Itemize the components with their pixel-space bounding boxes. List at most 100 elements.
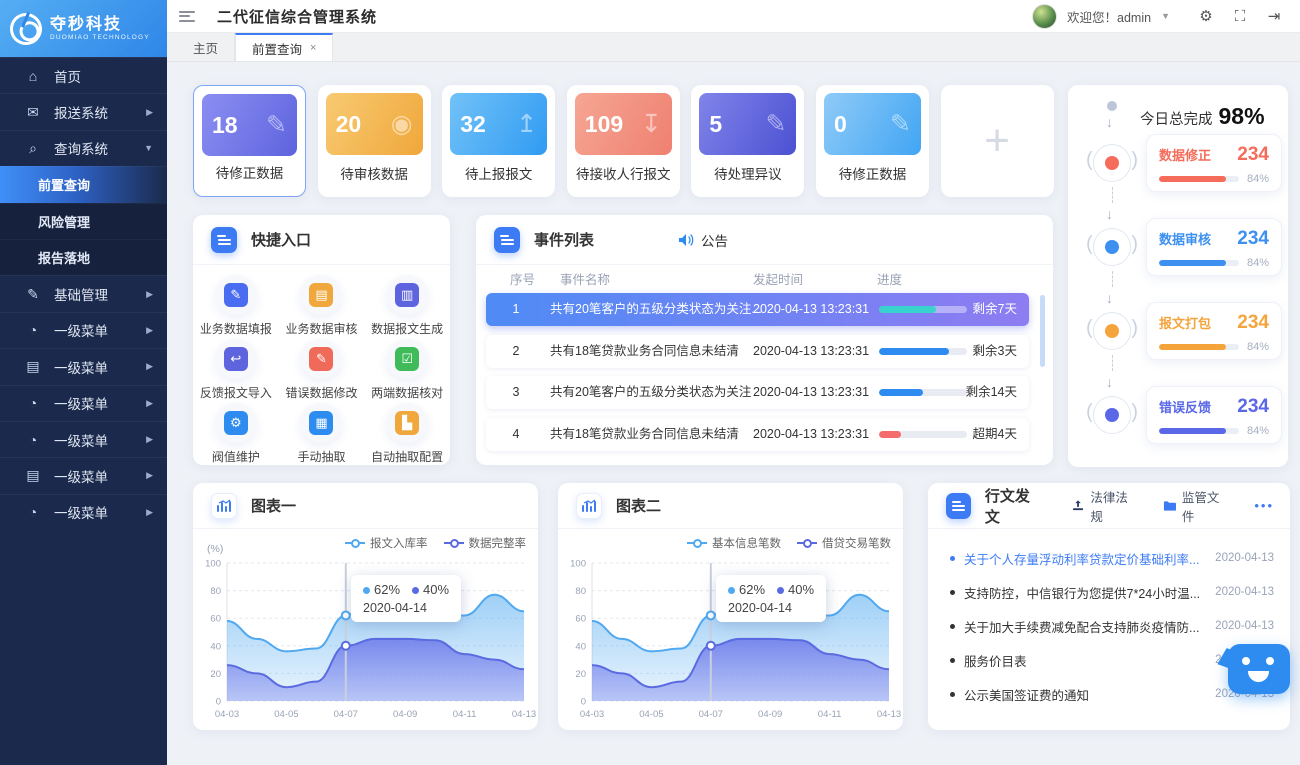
svg-text:20: 20 bbox=[575, 669, 586, 680]
document-list-item[interactable]: 公示美国签证费的通知2020-04-13 bbox=[944, 679, 1274, 709]
chart-legend: 基本信息笔数借贷交易笔数 bbox=[687, 535, 891, 551]
bullet-icon bbox=[950, 624, 955, 629]
sidebar-subitem-风险管理[interactable]: 风险管理 bbox=[0, 203, 167, 239]
stat-card-待修正数据[interactable]: 18✎待修正数据 bbox=[193, 85, 306, 197]
legend-item[interactable]: 数据完整率 bbox=[444, 535, 527, 551]
quick-entry-两端数据核对[interactable]: ☑两端数据核对 bbox=[364, 337, 450, 401]
document-edit-icon: ✎ bbox=[765, 109, 786, 139]
event-name: 共有18笔贷款业务合同信息未结清 bbox=[550, 418, 739, 451]
sidebar-item-报送系统[interactable]: ✉报送系统▶ bbox=[0, 93, 167, 129]
close-icon[interactable]: × bbox=[310, 42, 316, 54]
sidebar-collapse-icon[interactable] bbox=[179, 8, 195, 24]
list-icon bbox=[946, 493, 971, 519]
chevron-right-icon: ▶ bbox=[146, 507, 153, 518]
more-icon[interactable]: ••• bbox=[1254, 498, 1274, 513]
table-row[interactable]: 1共有20笔客户的五级分类状态为关注...2020-04-13 13:23:31… bbox=[486, 293, 1029, 326]
document-list-item[interactable]: 关于个人存量浮动利率贷款定价基础利率...2020-04-13 bbox=[944, 543, 1274, 573]
welcome-text: 欢迎您！ bbox=[1067, 11, 1117, 25]
sidebar-subitem-报告落地[interactable]: 报告落地 bbox=[0, 239, 167, 275]
quick-entry-业务数据填报[interactable]: ✎业务数据填报 bbox=[193, 273, 279, 337]
sidebar-item-首页[interactable]: ⌂首页 bbox=[0, 57, 167, 93]
sidebar-item-一级菜单[interactable]: ▤一级菜单▶ bbox=[0, 348, 167, 384]
timeline-percent: 84% bbox=[1247, 341, 1269, 353]
chevron-down-icon[interactable]: ▼ bbox=[1161, 11, 1170, 21]
col-time: 发起时间 bbox=[753, 269, 803, 288]
list-icon bbox=[494, 227, 520, 253]
chart-two-card: 图表二 基本信息笔数借贷交易笔数02040608010004-0304-0504… bbox=[558, 483, 903, 730]
quick-entry-label: 两端数据核对 bbox=[371, 384, 443, 401]
sidebar-item-一级菜单[interactable]: ◔一级菜单▶ bbox=[0, 385, 167, 421]
sidebar-item-查询系统[interactable]: ⌕查询系统▼ bbox=[0, 130, 167, 166]
sidebar-item-基础管理[interactable]: ✎基础管理▶ bbox=[0, 275, 167, 311]
announcement-link[interactable]: 公告 bbox=[678, 230, 728, 250]
timeline-info-box: 报文打包23484% bbox=[1146, 302, 1282, 360]
progress-bar bbox=[879, 389, 967, 396]
legend-item[interactable]: 借贷交易笔数 bbox=[797, 535, 891, 551]
quick-entry-grid: ✎业务数据填报▤业务数据审核▥数据报文生成 ↩反馈报文导入 ✎ 错误数据修改 ☑两端数据… bbox=[193, 265, 450, 465]
quick-entry-业务数据审核[interactable]: ▤业务数据审核 bbox=[279, 273, 365, 337]
table-row[interactable]: 4共有18笔贷款业务合同信息未结清2020-04-13 13:23:31超期4天 bbox=[486, 418, 1029, 451]
quick-entry-反馈报文导入[interactable]: ↩反馈报文导入 bbox=[193, 337, 279, 401]
svg-text:100: 100 bbox=[205, 559, 221, 570]
timeline-start-dot bbox=[1107, 101, 1117, 111]
table-row[interactable]: 2共有18笔贷款业务合同信息未结清2020-04-13 13:23:31剩余3天 bbox=[486, 335, 1029, 368]
brand-subtitle: DUOMIAO TECHNOLOGY bbox=[50, 34, 150, 41]
timeline-label: 数据修正 bbox=[1159, 145, 1211, 164]
svg-text:04-03: 04-03 bbox=[580, 709, 604, 720]
quick-entry-自动抽取配置[interactable]: ▙自动抽取配置 bbox=[364, 401, 450, 465]
chat-smiley-icon[interactable] bbox=[1228, 644, 1290, 694]
avatar[interactable] bbox=[1032, 4, 1057, 29]
table-row[interactable]: 3共有20笔客户的五级分类状态为关注2020-04-13 13:23:31剩余1… bbox=[486, 376, 1029, 409]
sidebar-item-一级菜单[interactable]: ▤一级菜单▶ bbox=[0, 457, 167, 493]
today-summary-card: ↓ 今日总完成 98% 数据修正23484%↓数据审核23484%↓报文打包23… bbox=[1068, 85, 1288, 467]
quick-entry-数据报文生成[interactable]: ▥数据报文生成 bbox=[364, 273, 450, 337]
document-list-item[interactable]: 支持防控，中信银行为您提供7*24小时温...2020-04-13 bbox=[944, 577, 1274, 607]
stat-card-block: 5✎ bbox=[699, 93, 796, 155]
sidebar-item-一级菜单[interactable]: ◔一级菜单▶ bbox=[0, 312, 167, 348]
chart-two-body[interactable]: 基本信息笔数借贷交易笔数02040608010004-0304-0504-070… bbox=[558, 529, 903, 730]
tab-主页[interactable]: 主页 bbox=[177, 33, 235, 61]
quick-entry-手动抽取[interactable]: ▦手动抽取 bbox=[279, 401, 365, 465]
sidebar-item-一级菜单[interactable]: ◔一级菜单▶ bbox=[0, 421, 167, 457]
arrow-down-icon: ↓ bbox=[1106, 375, 1113, 389]
quick-entry-label: 错误数据修改 bbox=[285, 384, 357, 401]
quick-entry-错误数据修改[interactable]: ✎ 错误数据修改 bbox=[279, 337, 365, 401]
chart-one-body[interactable]: 报文入库率数据完整率(%)02040608010004-0304-0504-07… bbox=[193, 529, 538, 730]
scrollbar[interactable] bbox=[1040, 295, 1045, 367]
stat-card-label: 待修正数据 bbox=[194, 162, 305, 182]
timeline-node bbox=[1093, 396, 1131, 434]
stat-card-待处理异议[interactable]: 5✎待处理异议 bbox=[691, 85, 804, 197]
sidebar-subitem-前置查询[interactable]: 前置查询 bbox=[0, 166, 167, 202]
gear-icon[interactable]: ⚙ bbox=[1194, 7, 1218, 25]
base-management-icon: ✎ bbox=[24, 286, 42, 303]
error-modify-icon: ✎ bbox=[309, 347, 333, 371]
tab-前置查询[interactable]: 前置查询× bbox=[235, 33, 333, 61]
feedback-import-icon: ↩ bbox=[224, 347, 248, 371]
document-title: 关于个人存量浮动利率贷款定价基础利率... bbox=[964, 549, 1199, 568]
tab-regulatory-files[interactable]: 监管文件 bbox=[1163, 487, 1228, 525]
legend-item[interactable]: 基本信息笔数 bbox=[687, 535, 781, 551]
user-welcome[interactable]: 欢迎您！admin bbox=[1067, 7, 1151, 26]
stat-card-待修正数据[interactable]: 0✎待修正数据 bbox=[816, 85, 929, 197]
col-progress: 进度 bbox=[877, 269, 902, 288]
timeline-connector bbox=[1112, 355, 1113, 371]
bullet-icon bbox=[950, 658, 955, 663]
stat-card-待接收人行报文[interactable]: 109↧待接收人行报文 bbox=[567, 85, 680, 197]
bullet-icon bbox=[950, 556, 955, 561]
stat-card-待上报报文[interactable]: 32↥待上报报文 bbox=[442, 85, 555, 197]
svg-text:04-05: 04-05 bbox=[639, 709, 663, 720]
sidebar-item-一级菜单[interactable]: ◔一级菜单▶ bbox=[0, 494, 167, 530]
add-stat-card-button[interactable]: + bbox=[941, 85, 1054, 197]
stat-card-待审核数据[interactable]: 20◉待审核数据 bbox=[318, 85, 431, 197]
quick-entry-label: 业务数据填报 bbox=[200, 320, 272, 337]
sidebar-subitem-label: 报告落地 bbox=[38, 248, 90, 267]
quick-entry-阀值维护[interactable]: ⚙阀值维护 bbox=[193, 401, 279, 465]
col-name: 事件名称 bbox=[560, 269, 610, 288]
fullscreen-icon[interactable]: ⛶ bbox=[1228, 8, 1252, 25]
progress-fill bbox=[1159, 428, 1226, 434]
legend-item[interactable]: 报文入库率 bbox=[345, 535, 428, 551]
document-list-item[interactable]: 关于加大手续费减免配合支持肺炎疫情防...2020-04-13 bbox=[944, 611, 1274, 641]
logout-icon[interactable]: ⇥ bbox=[1262, 7, 1286, 25]
col-no: 序号 bbox=[510, 269, 535, 288]
tab-law-regulation[interactable]: 法律法规 bbox=[1072, 487, 1137, 525]
